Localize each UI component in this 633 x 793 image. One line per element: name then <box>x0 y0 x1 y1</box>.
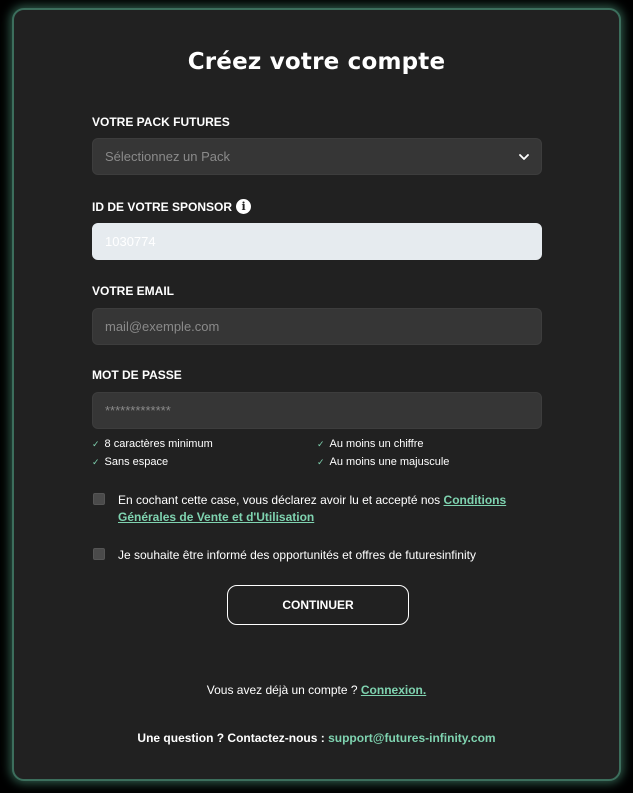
continue-button[interactable]: CONTINUER <box>227 585 409 625</box>
requirement-min-length: ✓ 8 caractères minimum <box>92 438 213 450</box>
check-icon: ✓ <box>92 456 100 467</box>
signup-panel: Créez votre compte VOTRE PACK FUTURES Sé… <box>12 8 621 781</box>
terms-checkbox[interactable] <box>93 493 105 505</box>
check-icon: ✓ <box>317 456 325 467</box>
email-label: VOTRE EMAIL <box>92 284 174 298</box>
sponsor-id-input[interactable]: 1030774 <box>92 223 542 260</box>
sponsor-id-value: 1030774 <box>105 234 156 249</box>
requirement-text: 8 caractères minimum <box>104 438 213 450</box>
newsletter-checkbox[interactable] <box>93 548 105 560</box>
contact-prompt: Une question ? Contactez-nous : <box>137 731 325 745</box>
requirement-uppercase: ✓ Au moins une majuscule <box>317 456 449 468</box>
terms-text: En cochant cette case, vous déclarez avo… <box>118 492 558 526</box>
password-field[interactable]: ************* <box>92 392 542 429</box>
email-label-text: VOTRE EMAIL <box>92 284 175 298</box>
info-icon[interactable]: i <box>236 199 252 214</box>
newsletter-text: Je souhaite être informé des opportunité… <box>118 548 476 562</box>
password-label: MOT DE PASSE <box>92 368 182 382</box>
pack-label: VOTRE PACK FUTURES <box>92 115 230 129</box>
contact-line: Une question ? Contactez-nous : support@… <box>14 731 619 745</box>
pack-label-text: VOTRE PACK FUTURES <box>92 115 230 129</box>
requirement-text: Sans espace <box>104 456 169 468</box>
terms-text-body: En cochant cette case, vous déclarez avo… <box>118 493 444 507</box>
requirement-no-space: ✓ Sans espace <box>92 456 168 468</box>
pack-select-placeholder: Sélectionnez un Pack <box>105 149 231 164</box>
login-prompt: Vous avez déjà un compte ? <box>206 683 358 697</box>
page-title: Créez votre compte <box>187 49 446 75</box>
requirement-digit: ✓ Au moins un chiffre <box>317 438 424 450</box>
chevron-down-icon <box>519 153 529 160</box>
email-placeholder: mail@exemple.com <box>105 319 220 334</box>
requirement-text: Au moins un chiffre <box>329 438 424 450</box>
check-icon: ✓ <box>92 438 100 449</box>
sponsor-label-text: ID DE VOTRE SPONSOR <box>92 199 233 214</box>
pack-select[interactable]: Sélectionnez un Pack <box>92 138 542 175</box>
password-label-text: MOT DE PASSE <box>92 368 182 382</box>
contact-email-link[interactable]: support@futures-infinity.com <box>328 731 495 745</box>
login-link[interactable]: Connexion. <box>361 683 426 697</box>
sponsor-label: ID DE VOTRE SPONSOR i <box>92 199 252 214</box>
check-icon: ✓ <box>317 438 325 449</box>
password-placeholder: ************* <box>105 403 171 418</box>
email-field[interactable]: mail@exemple.com <box>92 308 542 345</box>
requirement-text: Au moins une majuscule <box>329 456 450 468</box>
login-line: Vous avez déjà un compte ? Connexion. <box>14 683 619 697</box>
